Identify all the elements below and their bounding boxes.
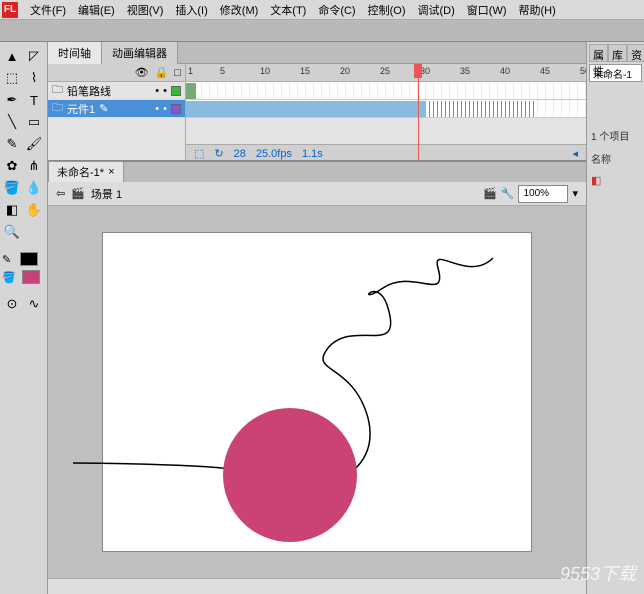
pen-tool[interactable]: ✒ (2, 90, 22, 110)
fill-color-swatch[interactable] (22, 270, 40, 284)
hand-tool[interactable]: ✋ (24, 200, 44, 220)
text-tool[interactable]: T (24, 90, 44, 110)
eye-icon[interactable]: 👁 (135, 66, 149, 79)
timeline-ruler[interactable]: 1 5 10 15 20 25 30 35 40 45 50 55 (186, 64, 586, 82)
circle-symbol[interactable] (223, 408, 357, 542)
layer-row-pencil[interactable]: 🗀 铅笔路线 •• (48, 82, 185, 100)
eyedropper-tool[interactable]: 💧 (24, 178, 44, 198)
pencil-color-icon: ✎ (2, 253, 11, 266)
playhead-line (418, 78, 419, 160)
deco-tool[interactable]: ✿ (2, 156, 22, 176)
pencil-indicator-icon: ✎ (99, 102, 108, 115)
right-panel: 属性 库 资 未命名-1 1 个项目 名称 ◧ (586, 42, 644, 594)
outline-icon[interactable]: □ (174, 67, 181, 79)
menu-view[interactable]: 视图(V) (121, 2, 170, 18)
toolbar (0, 20, 644, 42)
paint-bucket-tool[interactable]: 🪣 (2, 178, 22, 198)
layer-name: 元件1 (67, 101, 95, 117)
tab-properties[interactable]: 属性 (589, 44, 608, 62)
elapsed: 1.1s (302, 148, 323, 160)
subselect-tool[interactable]: ◸ (24, 46, 44, 66)
track-symbol[interactable] (186, 100, 586, 118)
menubar: FL 文件(F) 编辑(E) 视图(V) 插入(I) 修改(M) 文本(T) 命… (0, 0, 644, 20)
frame-number: 28 (234, 148, 246, 160)
horizontal-scrollbar[interactable] (48, 578, 586, 594)
scene-name: 场景 1 (91, 186, 122, 202)
layer-color-swatch (171, 86, 181, 96)
back-icon[interactable]: ⇦ (56, 187, 65, 200)
menu-text[interactable]: 文本(T) (264, 2, 312, 18)
panel-tabs: 时间轴 动画编辑器 (48, 42, 586, 64)
option-snap[interactable]: ⊙ (2, 294, 22, 314)
playhead[interactable] (414, 64, 422, 78)
stage-wrap (48, 206, 586, 578)
eraser-tool[interactable]: ◧ (2, 200, 22, 220)
col-header-name: 名称 (589, 147, 642, 170)
menu-file[interactable]: 文件(F) (24, 2, 72, 18)
item-count: 1 个项目 (589, 124, 642, 147)
menu-window[interactable]: 窗口(W) (461, 2, 513, 18)
option-smooth[interactable]: ∿ (24, 294, 44, 314)
document-tab[interactable]: 未命名-1* × (48, 161, 124, 183)
timeline-panel: 👁 🔒 □ 🗀 铅笔路线 •• 🗀 元件1 ✎ •• (48, 64, 586, 162)
document-tabs: 未命名-1* × (48, 162, 586, 182)
bucket-color-icon: 🪣 (2, 271, 16, 284)
menu-command[interactable]: 命令(C) (312, 2, 361, 18)
menu-modify[interactable]: 修改(M) (214, 2, 265, 18)
scene-bar: ⇦ 🎬 场景 1 🎬 🔧 100% ▾ (48, 182, 586, 206)
track-pencil[interactable] (186, 82, 586, 100)
pencil-tool[interactable]: ✎ (2, 134, 22, 154)
stage[interactable] (102, 232, 532, 552)
bone-tool[interactable]: ⋔ (24, 156, 44, 176)
scroll-left-icon[interactable]: ◂ (572, 147, 578, 160)
loop-icon[interactable]: ↻ (214, 147, 223, 160)
layer-color-swatch (171, 104, 181, 114)
watermark: 9553下载 (560, 560, 636, 586)
keyframe-span[interactable] (186, 83, 196, 99)
edit-scene-icon[interactable]: 🎬 (483, 187, 497, 200)
lasso-tool[interactable]: ⌇ (24, 68, 44, 88)
symbol-icon[interactable]: ◧ (591, 174, 601, 187)
menu-edit[interactable]: 编辑(E) (72, 2, 121, 18)
selection-tool[interactable]: ▲ (2, 46, 22, 66)
lock-icon[interactable]: 🔒 (155, 66, 169, 79)
layer-name: 铅笔路线 (67, 83, 111, 99)
layer-header: 👁 🔒 □ (48, 64, 185, 82)
menu-control[interactable]: 控制(O) (362, 2, 412, 18)
onion-icon[interactable]: ⬚ (194, 147, 204, 160)
menu-insert[interactable]: 插入(I) (169, 2, 213, 18)
close-icon[interactable]: × (108, 166, 114, 178)
menu-help[interactable]: 帮助(H) (513, 2, 562, 18)
zoom-tool[interactable]: 🔍 (2, 222, 22, 242)
zoom-dropdown-icon[interactable]: ▾ (572, 187, 578, 200)
toolbox: ▲ ◸ ⬚ ⌇ ✒ T ╲ ▭ ✎ 🖌 ✿ ⋔ 🪣 💧 ◧ ✋ 🔍 ✎ 🪣 (0, 42, 48, 594)
free-transform-tool[interactable]: ⬚ (2, 68, 22, 88)
brush-tool[interactable]: 🖌 (24, 134, 44, 154)
app-logo: FL (2, 2, 18, 18)
tab-assets[interactable]: 资 (627, 44, 644, 62)
line-tool[interactable]: ╲ (2, 112, 22, 132)
scene-icon: 🎬 (71, 187, 85, 200)
layer-row-symbol[interactable]: 🗀 元件1 ✎ •• (48, 100, 185, 118)
track-empty (426, 101, 536, 117)
menu-debug[interactable]: 调试(D) (412, 2, 461, 18)
layer-icon: 🗀 (52, 81, 63, 100)
tab-library[interactable]: 库 (608, 44, 627, 62)
zoom-input[interactable]: 100% (518, 185, 568, 203)
layer-icon: 🗀 (52, 99, 63, 118)
edit-symbol-icon[interactable]: 🔧 (501, 187, 515, 200)
tab-anim-editor[interactable]: 动画编辑器 (102, 42, 178, 64)
rectangle-tool[interactable]: ▭ (24, 112, 44, 132)
tab-timeline[interactable]: 时间轴 (48, 42, 102, 64)
fps: 25.0fps (256, 148, 292, 160)
tween-span[interactable] (186, 101, 426, 117)
stroke-color-swatch[interactable] (20, 252, 38, 266)
timeline-status: ⬚ ↻ 28 25.0fps 1.1s ◂ (186, 144, 586, 160)
library-doc-select[interactable]: 未命名-1 (589, 64, 642, 82)
